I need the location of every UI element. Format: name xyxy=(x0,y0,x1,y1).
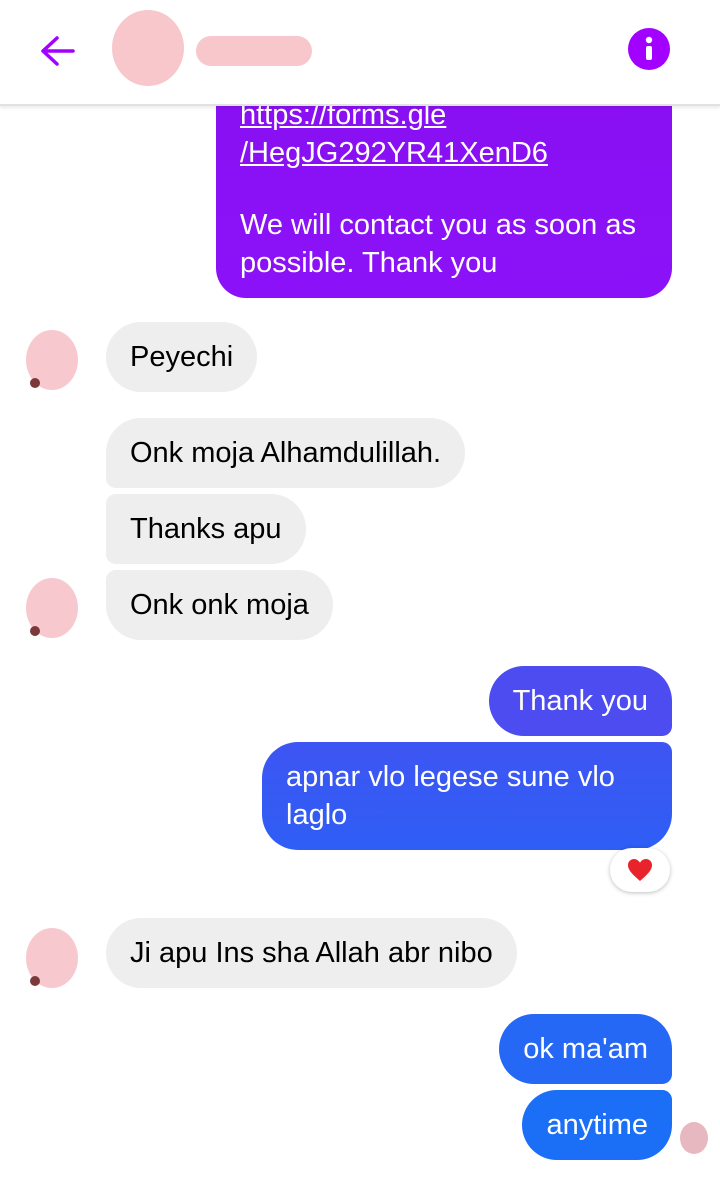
incoming-message[interactable]: Thanks apu xyxy=(106,494,306,564)
outgoing-message[interactable]: Thank you xyxy=(488,666,672,736)
heart-reaction[interactable] xyxy=(610,848,670,892)
info-icon xyxy=(645,36,653,60)
contact-avatar[interactable] xyxy=(112,10,184,86)
incoming-message[interactable]: Onk onk moja xyxy=(106,570,333,640)
incoming-message[interactable]: Ji apu Ins sha Allah abr nibo xyxy=(106,918,517,988)
outgoing-message[interactable]: anytime xyxy=(522,1090,672,1160)
incoming-message[interactable]: Onk moja Alhamdulillah. xyxy=(106,418,466,488)
contact-text: We will contact you as soon as possible.… xyxy=(240,209,636,279)
info-button[interactable] xyxy=(628,28,670,70)
form-link[interactable]: /HegJG292YR41XenD6 xyxy=(240,134,648,172)
peer-avatar[interactable] xyxy=(26,578,78,638)
back-button[interactable] xyxy=(34,30,80,72)
peer-avatar[interactable] xyxy=(26,928,78,988)
peer-avatar[interactable] xyxy=(26,330,78,390)
seen-avatar xyxy=(680,1122,708,1154)
incoming-message[interactable]: Peyechi xyxy=(106,322,258,392)
outgoing-message[interactable]: ok ma'am xyxy=(499,1014,672,1084)
heart-icon xyxy=(628,859,652,881)
contact-name[interactable] xyxy=(196,36,312,66)
outgoing-message[interactable]: apnar vlo legese sune vlo laglo xyxy=(262,742,672,850)
chat-header xyxy=(0,0,720,106)
arrow-left-icon xyxy=(41,36,75,66)
